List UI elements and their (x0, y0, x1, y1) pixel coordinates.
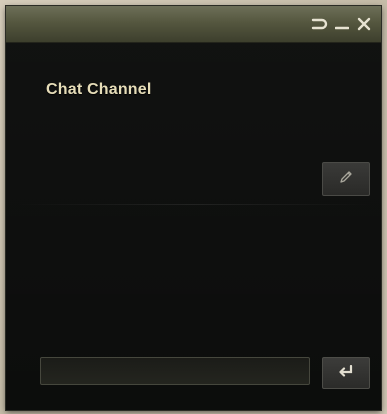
minimize-icon (335, 17, 349, 31)
chat-window: Chat Channel (6, 6, 381, 410)
enter-return-icon (338, 364, 354, 382)
window-controls (311, 12, 373, 36)
divider (14, 204, 373, 205)
send-button[interactable] (322, 357, 370, 389)
undo-arrow-icon (311, 17, 329, 31)
desktop-background: Chat Channel (0, 0, 387, 414)
pencil-icon (338, 169, 354, 190)
close-button[interactable] (355, 13, 373, 35)
title-bar[interactable] (6, 6, 381, 43)
back-button[interactable] (311, 13, 329, 35)
page-title: Chat Channel (46, 81, 152, 98)
minimize-button[interactable] (333, 13, 351, 35)
chat-panel: Chat Channel (6, 43, 381, 410)
close-icon (357, 17, 371, 31)
chat-message-input[interactable] (40, 357, 310, 385)
edit-channel-button[interactable] (322, 162, 370, 196)
